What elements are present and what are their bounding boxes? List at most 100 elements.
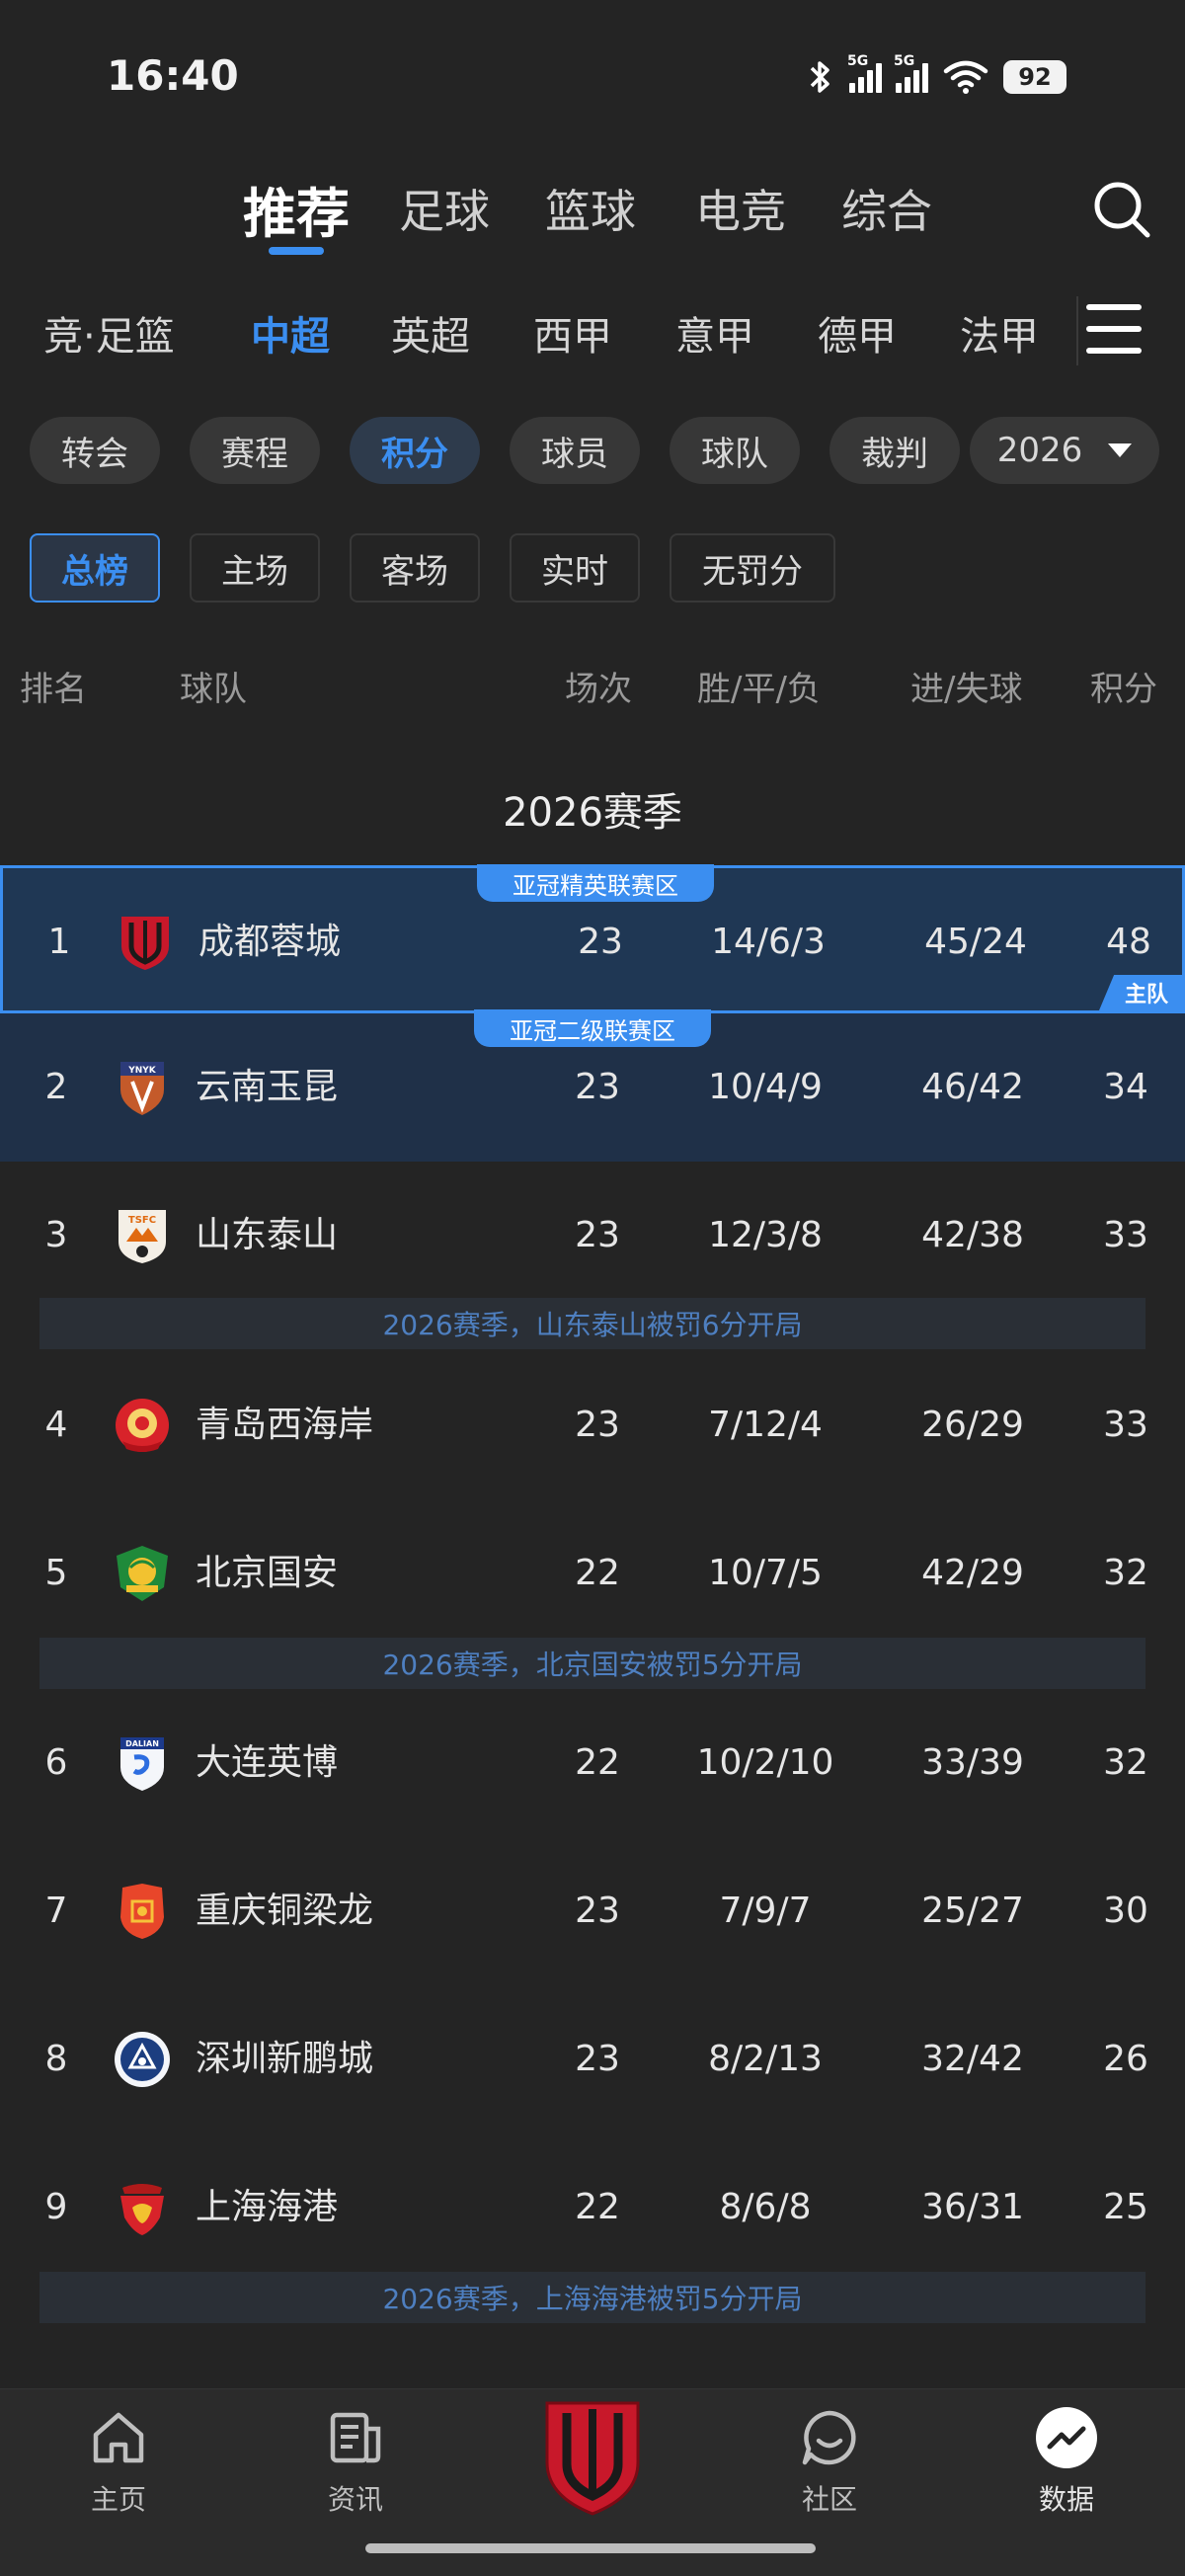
- row-team-name: 青岛西海岸: [196, 1405, 374, 1445]
- pill-referees[interactable]: 裁判: [830, 417, 960, 484]
- menu-icon[interactable]: [1086, 304, 1142, 354]
- pill-standings[interactable]: 积分: [350, 417, 480, 484]
- row-points: 26: [1103, 2039, 1148, 2079]
- filter-away[interactable]: 客场: [350, 533, 480, 603]
- row-wdl: 8/6/8: [719, 2187, 812, 2227]
- league-tab-bundesliga[interactable]: 德甲: [818, 304, 897, 362]
- row-team-name: 北京国安: [196, 1553, 339, 1593]
- league-tab-laliga[interactable]: 西甲: [533, 304, 612, 362]
- penalty-note: 2026赛季，山东泰山被罚6分开局: [40, 1298, 1146, 1349]
- row-played: 22: [575, 2187, 620, 2227]
- row-goals: 42/29: [921, 1553, 1024, 1593]
- battery-icon: 92: [1003, 60, 1066, 94]
- row-points: 33: [1103, 1405, 1148, 1445]
- row-goals: 25/27: [921, 1891, 1024, 1931]
- season-title: 2026赛季: [503, 790, 682, 836]
- table-row[interactable]: 5 北京国安 22 10/7/5 42/29 32: [0, 1499, 1185, 1648]
- row-rank: 6: [44, 1742, 68, 1783]
- home-icon: [93, 2412, 144, 2463]
- row-team-name: 上海海港: [196, 2187, 339, 2227]
- table-row[interactable]: 8 深圳新鹏城 23 8/2/13 32/42 26: [0, 1985, 1185, 2133]
- row-played: 23: [575, 1215, 620, 1255]
- filter-live[interactable]: 实时: [510, 533, 640, 603]
- chongqing-tongliang-dragon-logo-icon: [120, 1884, 164, 1939]
- row-rank: 8: [44, 2039, 68, 2079]
- table-row[interactable]: 亚冠二级联赛区 2 YNYK 云南玉昆 23 10/4/9 46/42 34: [0, 1009, 1185, 1162]
- league-tabs: 竞·足篮 中超 英超 西甲 意甲 德甲 法甲: [0, 296, 1185, 371]
- row-wdl: 10/4/9: [708, 1067, 823, 1107]
- table-row[interactable]: 9 上海海港 22 8/6/8 36/31 25: [0, 2133, 1185, 2282]
- status-time: 16:40: [107, 51, 239, 100]
- row-played: 23: [578, 922, 623, 962]
- header-played: 场次: [565, 670, 632, 709]
- bluetooth-icon: [810, 61, 830, 93]
- row-wdl: 7/9/7: [719, 1891, 812, 1931]
- row-team-name: 山东泰山: [196, 1215, 339, 1255]
- standings-filter-tabs: 总榜 主场 客场 实时 无罚分: [0, 533, 1185, 604]
- league-tab-ligue1[interactable]: 法甲: [960, 304, 1039, 362]
- league-tab-lottery[interactable]: 竞·足篮: [43, 304, 175, 362]
- year-select[interactable]: 2026: [970, 417, 1159, 484]
- table-row[interactable]: 4 青岛西海岸 23 7/12/4 26/29 33: [0, 1351, 1185, 1499]
- row-goals: 32/42: [921, 2039, 1024, 2079]
- pill-teams[interactable]: 球队: [670, 417, 800, 484]
- row-wdl: 7/12/4: [708, 1405, 823, 1445]
- penalty-note: 2026赛季，北京国安被罚5分开局: [40, 1638, 1146, 1689]
- filter-home[interactable]: 主场: [190, 533, 320, 603]
- tab-basketball[interactable]: 篮球: [545, 176, 636, 241]
- nav-home[interactable]: 主页: [49, 2403, 188, 2532]
- nav-data[interactable]: 数据: [997, 2403, 1136, 2532]
- row-rank: 5: [44, 1553, 68, 1593]
- row-points: 32: [1103, 1553, 1148, 1593]
- row-wdl: 10/7/5: [708, 1553, 823, 1593]
- row-rank: 7: [44, 1891, 68, 1931]
- tab-football[interactable]: 足球: [399, 176, 490, 241]
- league-tab-epl[interactable]: 英超: [391, 304, 470, 362]
- nav-community[interactable]: 社区: [760, 2403, 899, 2532]
- cellular-signal-icon-2: 5G: [894, 53, 928, 93]
- svg-text:DALIAN: DALIAN: [125, 1739, 159, 1748]
- row-played: 23: [575, 1891, 620, 1931]
- filter-no-deduction[interactable]: 无罚分: [670, 533, 835, 603]
- pill-players[interactable]: 球员: [510, 417, 640, 484]
- home-indicator[interactable]: [365, 2543, 816, 2553]
- row-rank: 3: [44, 1215, 68, 1255]
- dalian-yingbo-logo-icon: DALIAN: [120, 1737, 164, 1791]
- svg-text:YNYK: YNYK: [127, 1066, 157, 1076]
- menu-separator: [1076, 296, 1078, 365]
- row-rank: 1: [47, 922, 71, 962]
- row-rank: 9: [44, 2187, 68, 2227]
- tab-general[interactable]: 综合: [841, 176, 932, 241]
- pill-schedule[interactable]: 赛程: [190, 417, 320, 484]
- row-wdl: 12/3/8: [708, 1215, 823, 1255]
- status-icons: 5G 5G 92: [806, 53, 1066, 97]
- shanghai-port-logo-icon: [120, 2184, 164, 2235]
- table-row[interactable]: 6 DALIAN 大连英博 22 10/2/10 33/39 32: [0, 1689, 1185, 1837]
- row-points: 34: [1103, 1067, 1148, 1107]
- table-row[interactable]: 亚冠精英联赛区 1 成都蓉城 23 14/6/3 45/24 48 主队: [0, 864, 1185, 1013]
- tab-esports[interactable]: 电竞: [695, 176, 786, 241]
- table-row[interactable]: 7 重庆铜梁龙 23 7/9/7 25/27 30: [0, 1837, 1185, 1985]
- table-row[interactable]: 3 TSFC 山东泰山 23 12/3/8 42/38 33: [0, 1162, 1185, 1310]
- row-team-name: 深圳新鹏城: [196, 2039, 374, 2079]
- nav-news[interactable]: 资讯: [286, 2403, 425, 2532]
- caret-down-icon: [1108, 443, 1133, 457]
- yunnan-yukun-logo-icon: YNYK: [120, 1062, 164, 1115]
- chengdu-rongcheng-logo-icon: [121, 917, 169, 970]
- shandong-taishan-logo-icon: TSFC: [118, 1210, 166, 1263]
- team-logo-icon[interactable]: [543, 2399, 642, 2518]
- table-header: 排名 球队 场次 胜/平/负 进/失球 积分: [0, 662, 1185, 721]
- league-tab-csl[interactable]: 中超: [251, 304, 330, 362]
- search-icon[interactable]: [1090, 178, 1153, 241]
- status-bar: 16:40 5G 5G 92: [0, 0, 1185, 148]
- header-points: 积分: [1090, 670, 1157, 709]
- league-tab-seriea[interactable]: 意甲: [675, 304, 754, 362]
- row-points: 25: [1103, 2187, 1148, 2227]
- row-goals: 42/38: [921, 1215, 1024, 1255]
- row-played: 22: [575, 1553, 620, 1593]
- tab-recommend[interactable]: 推荐: [243, 170, 350, 248]
- pill-transfer[interactable]: 转会: [30, 417, 160, 484]
- row-rank: 4: [44, 1405, 68, 1445]
- filter-overall[interactable]: 总榜: [30, 533, 160, 603]
- row-goals: 36/31: [921, 2187, 1024, 2227]
